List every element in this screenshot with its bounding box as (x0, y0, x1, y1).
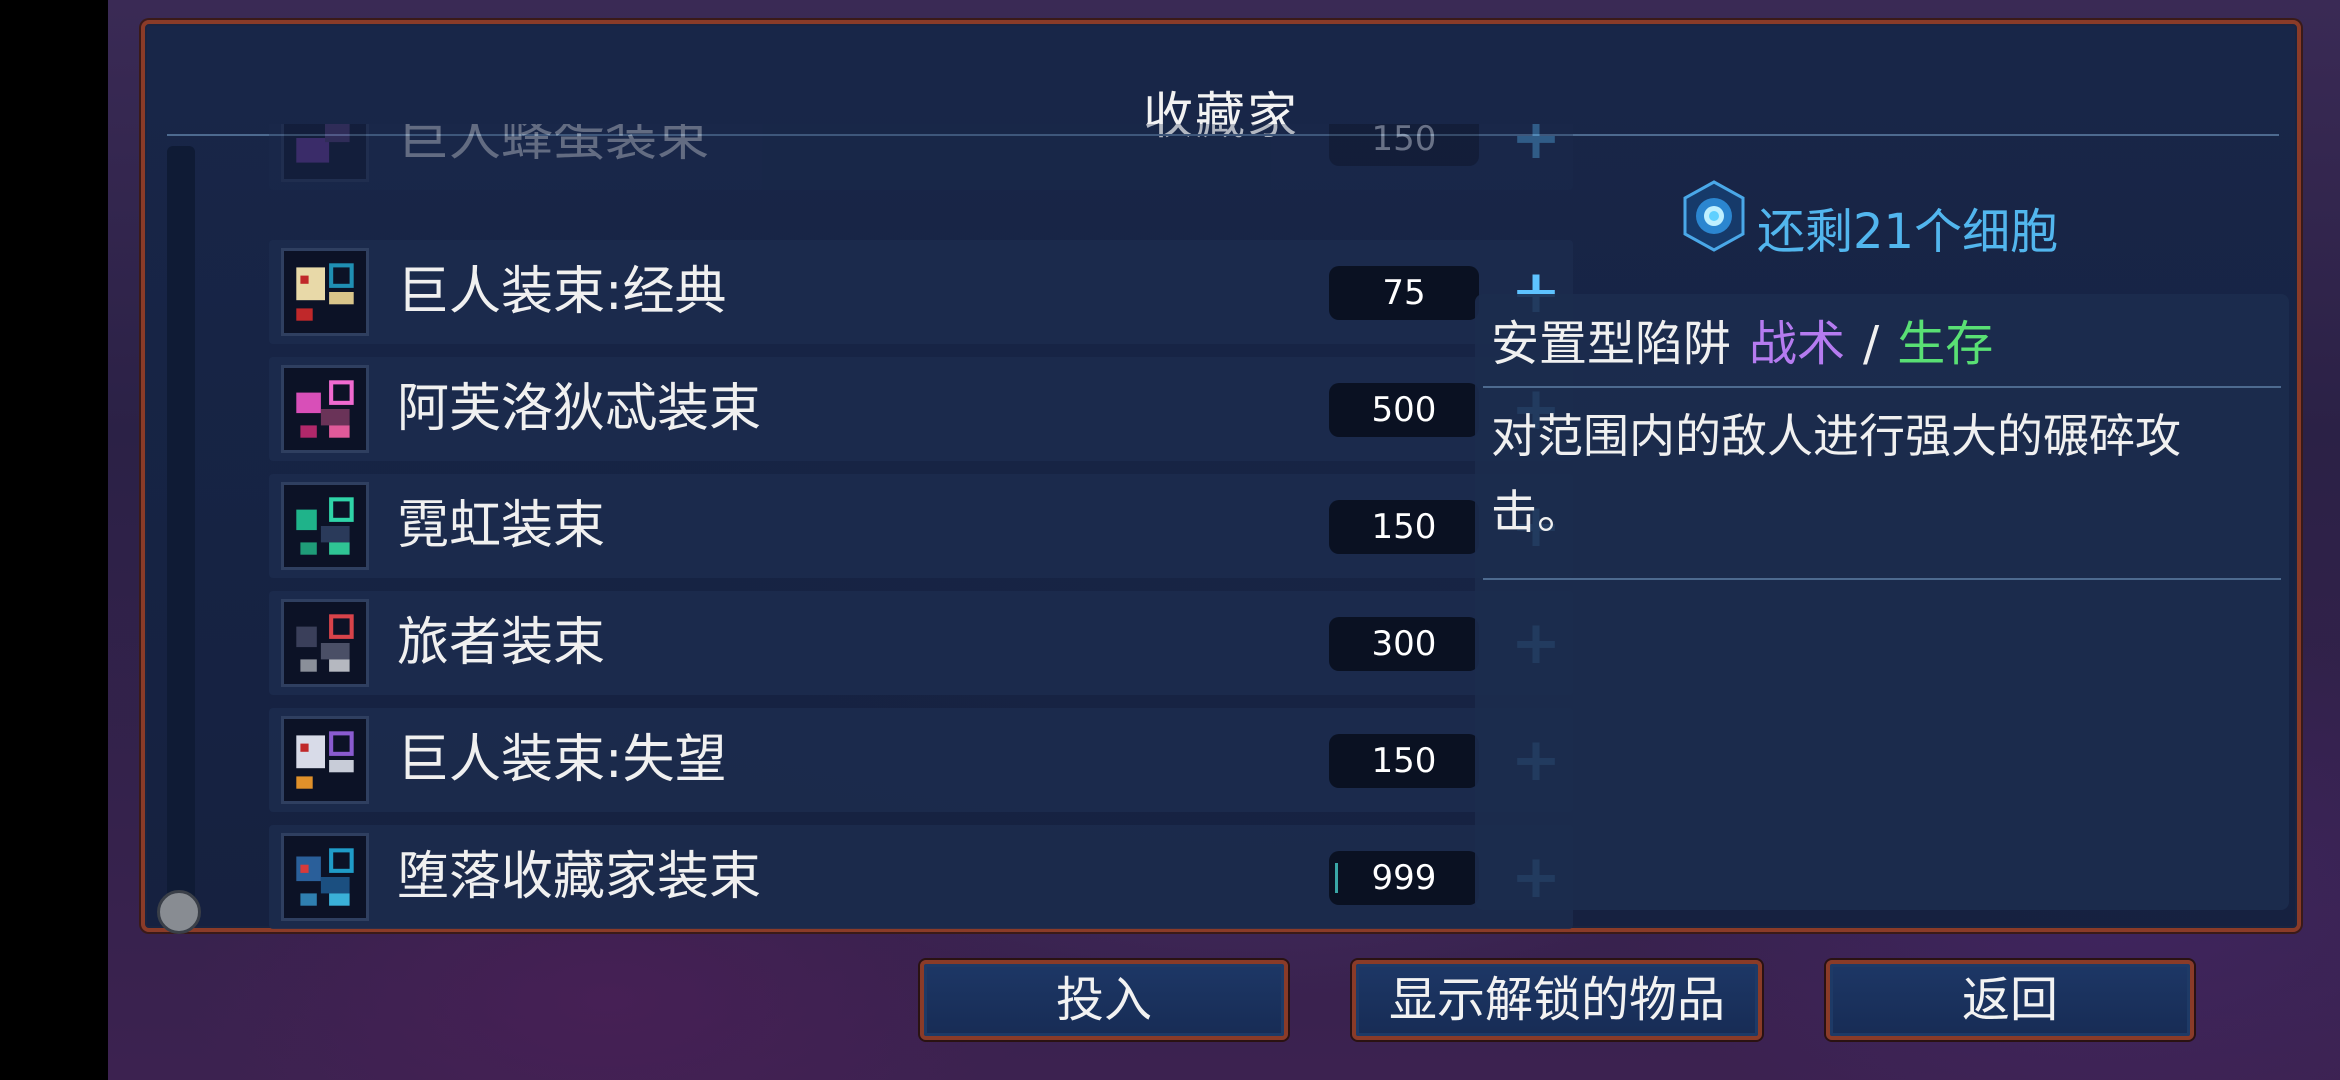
back-button[interactable]: 返回 (1826, 960, 2194, 1040)
cell-icon (1681, 180, 1747, 252)
list-item[interactable]: 巨人蜂蛋装束 150 + (269, 124, 1573, 190)
cost-input[interactable]: 150 (1329, 500, 1479, 554)
item-category: 安置型陷阱 战术 / 生存 (1491, 304, 1993, 374)
item-name: 巨人装束:失望 (397, 730, 727, 790)
item-name: 堕落收藏家装束 (397, 847, 762, 907)
list-item[interactable]: 霓虹装束 150 + (269, 474, 1573, 578)
cost-value: 999 (1371, 858, 1437, 898)
neon-outfit-icon (281, 482, 369, 570)
item-name: 阿芙洛狄忒装束 (397, 379, 762, 439)
item-detail-panel: 安置型陷阱 战术 / 生存 对范围内的敌人进行强大的碾碎攻击。 (1475, 294, 2289, 910)
item-name: 巨人蜂蛋装束 (397, 124, 710, 168)
game-screen: 收藏家 巨人蜂蛋装束 150 + 巨人装束:经典 75 + 阿芙洛狄忒装束 50… (0, 0, 2340, 1080)
collector-window: 收藏家 巨人蜂蛋装束 150 + 巨人装束:经典 75 + 阿芙洛狄忒装束 50… (141, 20, 2301, 934)
cost-input[interactable]: 500 (1329, 383, 1479, 437)
cost-input[interactable]: 75 (1329, 266, 1479, 320)
invest-button[interactable]: 投入 (920, 960, 1288, 1040)
add-button[interactable]: + (1501, 124, 1571, 174)
tag-separator: / (1863, 316, 1880, 372)
giant-outfit-disappointment-icon (281, 716, 369, 804)
list-item[interactable]: 旅者装束 300 + (269, 591, 1573, 695)
item-name: 霓虹装束 (397, 496, 606, 556)
item-name: 巨人装束:经典 (397, 262, 727, 322)
cost-input[interactable]: 150 (1329, 124, 1479, 166)
divider (1483, 386, 2281, 388)
list-item[interactable]: 堕落收藏家装束 999 + (269, 825, 1573, 929)
cost-input[interactable]: 150 (1329, 734, 1479, 788)
giant-outfit-classic-icon (281, 248, 369, 336)
fallen-collector-outfit-icon (281, 833, 369, 921)
tag-tactic: 战术 (1749, 316, 1846, 372)
cost-input[interactable]: 300 (1329, 617, 1479, 671)
giant-bee-outfit-icon (281, 124, 369, 182)
show-unlocked-button[interactable]: 显示解锁的物品 (1352, 960, 1762, 1040)
tag-survival: 生存 (1897, 316, 1994, 372)
scrollbar-thumb[interactable] (157, 890, 201, 934)
list-scrollbar[interactable] (167, 146, 195, 906)
item-description: 对范围内的敌人进行强大的碾碎攻击。 (1491, 409, 2181, 539)
item-type: 安置型陷阱 (1491, 316, 1732, 372)
cost-input[interactable]: 999 (1329, 851, 1479, 905)
list-item[interactable]: 阿芙洛狄忒装束 500 + (269, 357, 1573, 461)
item-name: 旅者装束 (397, 613, 606, 673)
item-list[interactable]: 巨人蜂蛋装束 150 + 巨人装束:经典 75 + 阿芙洛狄忒装束 500 霓虹… (269, 124, 1573, 934)
cells-remaining: 还剩21个细胞 (1757, 204, 2059, 260)
traveler-outfit-icon (281, 599, 369, 687)
list-item[interactable]: 巨人装束:经典 75 + (269, 240, 1573, 344)
text-cursor (1335, 863, 1338, 893)
divider (1483, 578, 2281, 580)
aphrodite-outfit-icon (281, 365, 369, 453)
list-item[interactable]: 巨人装束:失望 150 + (269, 708, 1573, 812)
